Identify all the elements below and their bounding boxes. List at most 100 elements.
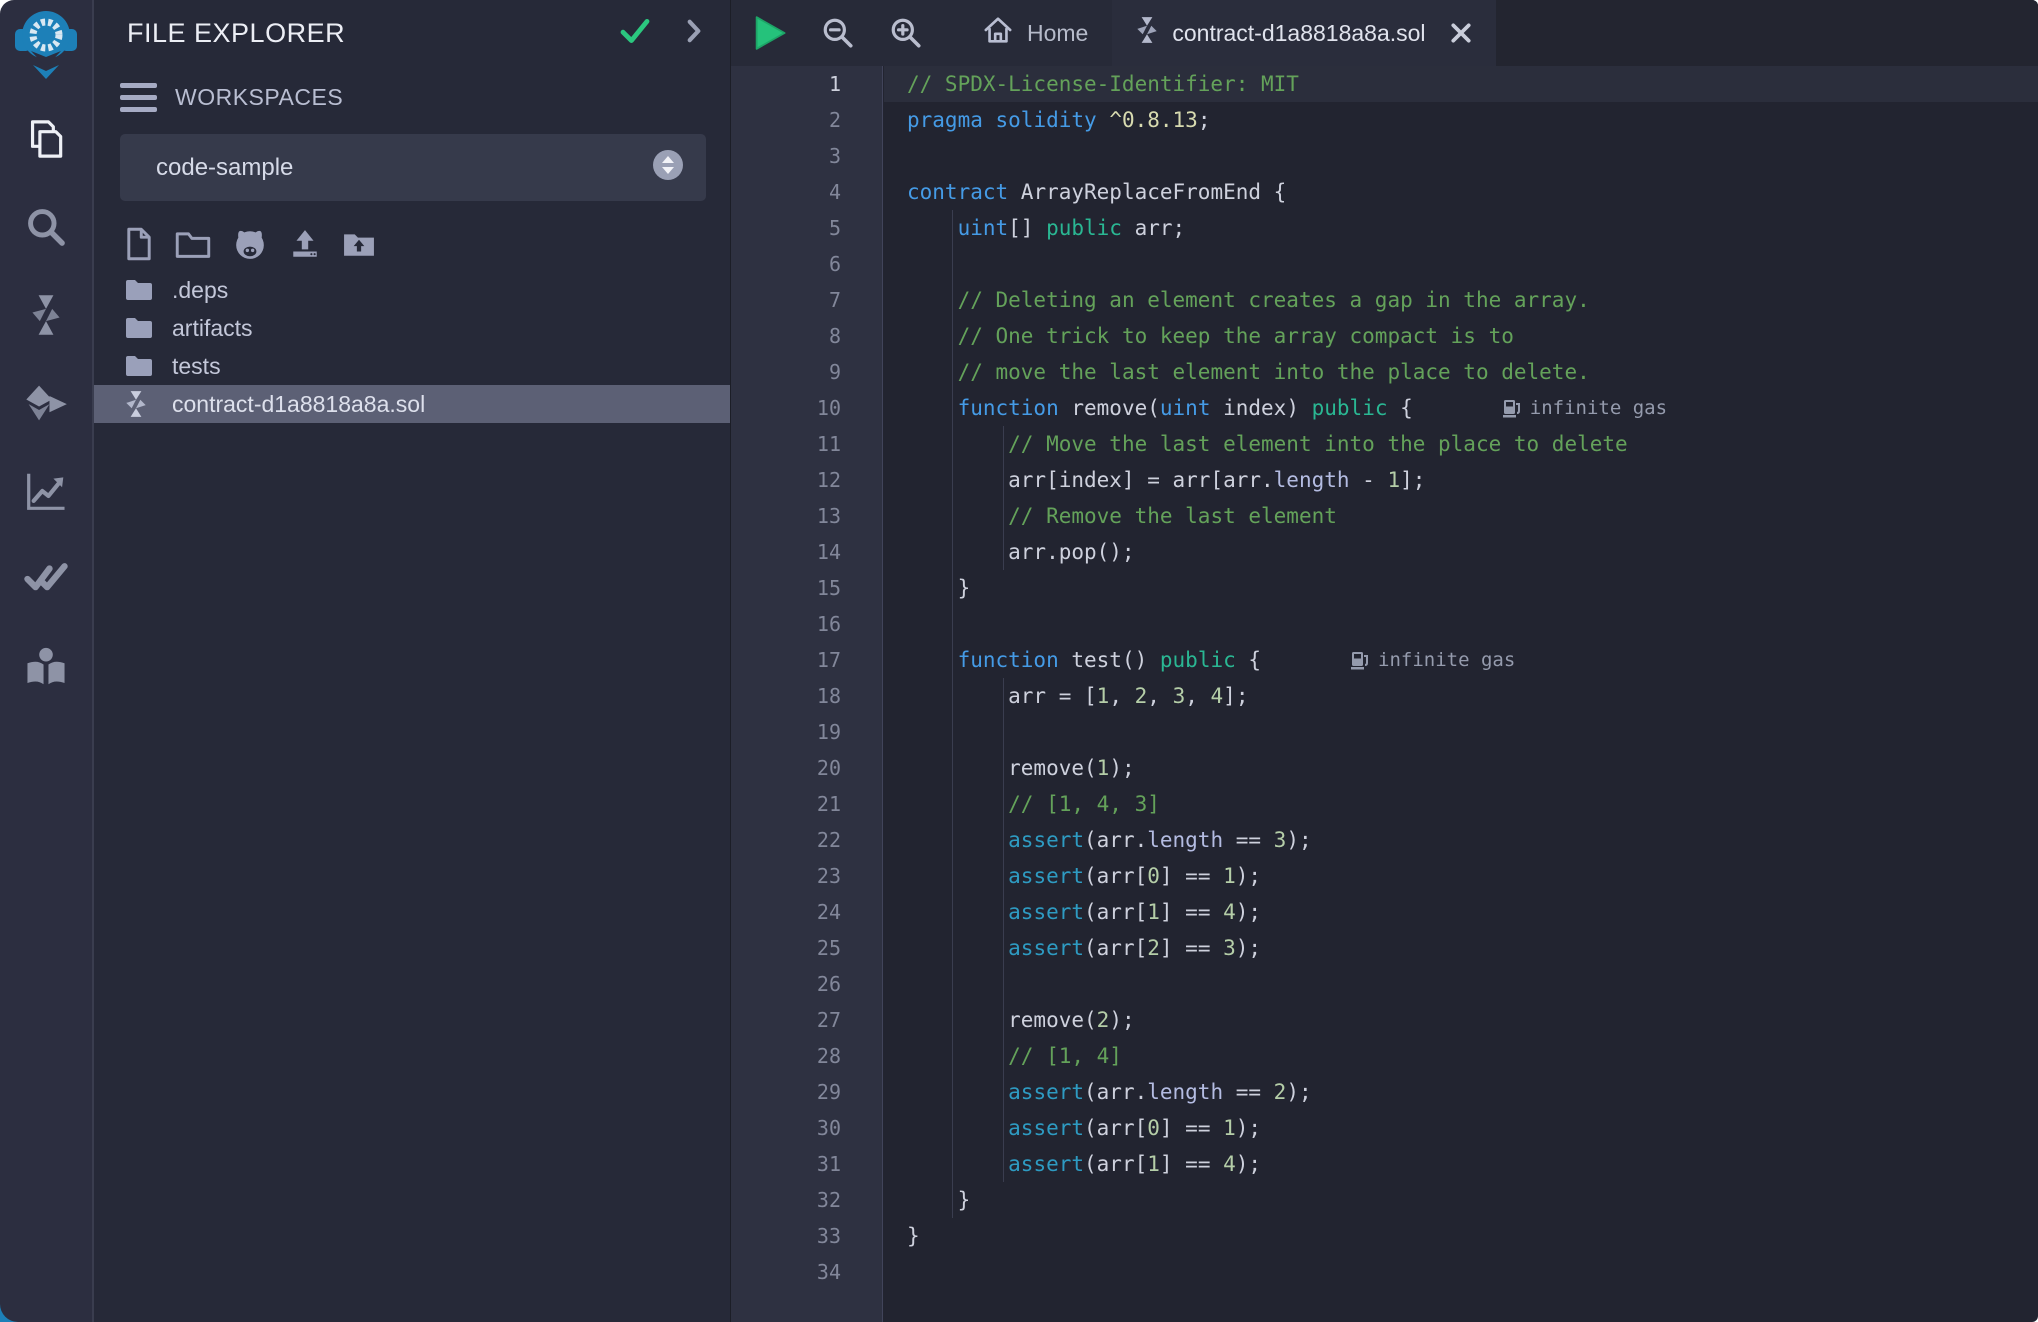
line-number: 26	[731, 966, 883, 1002]
remix-logo[interactable]	[10, 4, 82, 90]
sidebar-items	[21, 116, 71, 690]
workspace-select-arrows-icon[interactable]	[652, 149, 684, 186]
folder-row[interactable]: tests	[94, 347, 730, 385]
line-number: 4	[731, 174, 883, 210]
learneth-icon[interactable]	[21, 644, 71, 690]
line-number: 15	[731, 570, 883, 606]
line-number: 1	[731, 66, 883, 102]
line-number: 30	[731, 1110, 883, 1146]
explorer-header: FILE EXPLORER	[94, 0, 730, 49]
code-line[interactable]: 28 // [1, 4]	[731, 1038, 2038, 1074]
github-icon[interactable]	[233, 227, 267, 261]
file-tree-folders: .deps artifacts tests	[94, 271, 730, 385]
code-line[interactable]: 3	[731, 138, 2038, 174]
code-line[interactable]: 10 function remove(uint index) public { …	[731, 390, 2038, 426]
code-line[interactable]: 5 uint[] public arr;	[731, 210, 2038, 246]
workspace-select[interactable]: code-sample	[120, 134, 706, 201]
file-explorer-icon[interactable]	[21, 116, 71, 162]
line-number: 9	[731, 354, 883, 390]
code-line[interactable]: 32 }	[731, 1182, 2038, 1218]
code-line[interactable]: 25 assert(arr[2] == 3);	[731, 930, 2038, 966]
code-line[interactable]: 2 pragma solidity ^0.8.13;	[731, 102, 2038, 138]
icon-sidebar	[0, 0, 94, 1322]
file-explorer-panel: FILE EXPLORER WORKSPACES code-sample	[94, 0, 730, 1322]
line-number: 8	[731, 318, 883, 354]
file-tree: .deps artifacts tests	[94, 271, 730, 423]
folder-name: artifacts	[172, 315, 253, 342]
code-line[interactable]: 11 // Move the last element into the pla…	[731, 426, 2038, 462]
remix-ide-window: FILE EXPLORER WORKSPACES code-sample	[0, 0, 2038, 1322]
line-number: 11	[731, 426, 883, 462]
code-line[interactable]: 20 remove(1);	[731, 750, 2038, 786]
workspaces-menu-icon[interactable]	[120, 83, 157, 112]
upload-folder-icon[interactable]	[343, 230, 375, 258]
workspaces-label: WORKSPACES	[175, 84, 343, 111]
zoom-in-icon[interactable]	[889, 16, 923, 50]
new-file-icon[interactable]	[125, 227, 153, 261]
code-line[interactable]: 9 // move the last element into the plac…	[731, 354, 2038, 390]
statistics-icon[interactable]	[21, 468, 71, 514]
folder-icon	[125, 354, 159, 378]
deploy-run-icon[interactable]	[21, 380, 71, 426]
check-icon[interactable]	[620, 19, 650, 48]
gas-estimate-badge: infinite gas	[1351, 642, 1515, 678]
home-icon	[983, 15, 1013, 51]
close-tab-icon[interactable]	[1450, 22, 1472, 44]
line-number: 14	[731, 534, 883, 570]
code-line[interactable]: 21 // [1, 4, 3]	[731, 786, 2038, 822]
solidity-file-icon	[1136, 16, 1158, 50]
line-number: 25	[731, 930, 883, 966]
search-icon[interactable]	[21, 204, 71, 250]
upload-file-icon[interactable]	[289, 228, 321, 260]
code-line[interactable]: 30 assert(arr[0] == 1);	[731, 1110, 2038, 1146]
line-number: 19	[731, 714, 883, 750]
chevron-right-icon[interactable]	[686, 18, 702, 49]
line-number: 17	[731, 642, 883, 678]
code-line[interactable]: 24 assert(arr[1] == 4);	[731, 894, 2038, 930]
tab-file-label: contract-d1a8818a8a.sol	[1172, 20, 1425, 47]
code-line[interactable]: 7 // Deleting an element creates a gap i…	[731, 282, 2038, 318]
run-script-button[interactable]	[753, 16, 787, 50]
panel-title: FILE EXPLORER	[127, 18, 620, 49]
unit-testing-icon[interactable]	[21, 556, 71, 602]
code-line[interactable]: 22 assert(arr.length == 3);	[731, 822, 2038, 858]
code-line[interactable]: 27 remove(2);	[731, 1002, 2038, 1038]
editor-toolbar	[731, 0, 933, 66]
line-number: 5	[731, 210, 883, 246]
code-line[interactable]: 8 // One trick to keep the array compact…	[731, 318, 2038, 354]
code-line[interactable]: 4 contract ArrayReplaceFromEnd {	[731, 174, 2038, 210]
code-line[interactable]: 18 arr = [1, 2, 3, 4];	[731, 678, 2038, 714]
file-row-selected[interactable]: contract-d1a8818a8a.sol	[94, 385, 730, 423]
folder-row[interactable]: artifacts	[94, 309, 730, 347]
code-line[interactable]: 34	[731, 1254, 2038, 1290]
code-line[interactable]: 1 // SPDX-License-Identifier: MIT	[731, 66, 2038, 102]
tab-home[interactable]: Home	[959, 0, 1112, 66]
code-line[interactable]: 15 }	[731, 570, 2038, 606]
tab-contract-file[interactable]: contract-d1a8818a8a.sol	[1112, 0, 1495, 66]
code-line[interactable]: 33 }	[731, 1218, 2038, 1254]
line-number: 12	[731, 462, 883, 498]
code-line[interactable]: 6	[731, 246, 2038, 282]
zoom-out-icon[interactable]	[821, 16, 855, 50]
code-line[interactable]: 16	[731, 606, 2038, 642]
code-line[interactable]: 26	[731, 966, 2038, 1002]
solidity-compiler-icon[interactable]	[21, 292, 71, 338]
line-number: 28	[731, 1038, 883, 1074]
explorer-toolbar	[125, 227, 730, 261]
code-editor[interactable]: 1 // SPDX-License-Identifier: MIT 2 prag…	[731, 66, 2038, 1322]
code-line[interactable]: 29 assert(arr.length == 2);	[731, 1074, 2038, 1110]
gas-estimate-badge: infinite gas	[1503, 390, 1667, 426]
code-line[interactable]: 19	[731, 714, 2038, 750]
code-line[interactable]: 23 assert(arr[0] == 1);	[731, 858, 2038, 894]
code-line[interactable]: 31 assert(arr[1] == 4);	[731, 1146, 2038, 1182]
folder-row[interactable]: .deps	[94, 271, 730, 309]
line-number: 18	[731, 678, 883, 714]
line-number: 33	[731, 1218, 883, 1254]
new-folder-icon[interactable]	[175, 229, 211, 259]
code-line[interactable]: 17 function test() public { infinite gas	[731, 642, 2038, 678]
folder-icon	[125, 316, 159, 340]
code-line[interactable]: 12 arr[index] = arr[arr.length - 1];	[731, 462, 2038, 498]
code-line[interactable]: 13 // Remove the last element	[731, 498, 2038, 534]
line-number: 24	[731, 894, 883, 930]
code-line[interactable]: 14 arr.pop();	[731, 534, 2038, 570]
